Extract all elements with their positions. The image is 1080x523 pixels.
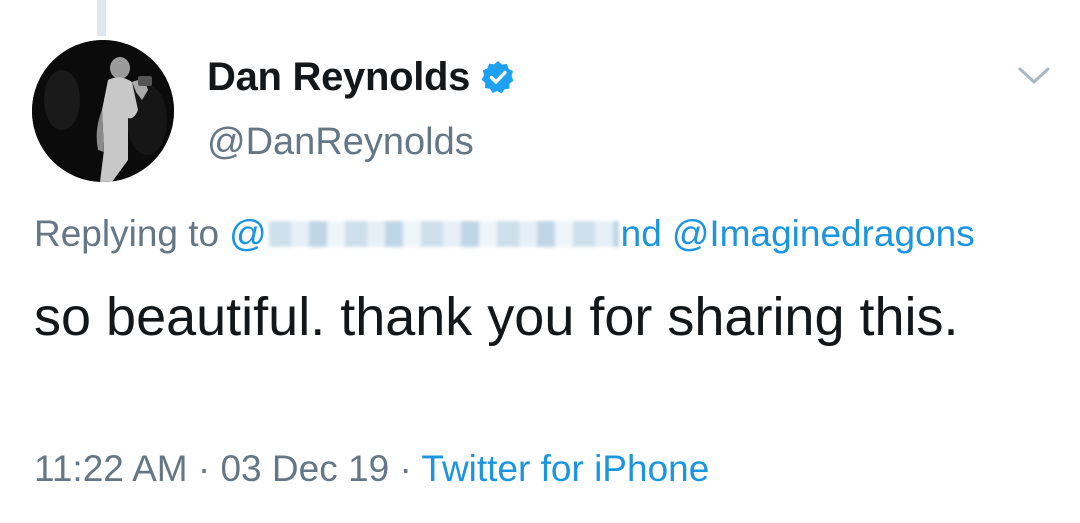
chevron-down-icon[interactable]: [1014, 62, 1054, 90]
author-name-row[interactable]: Dan Reynolds: [207, 52, 516, 102]
meta-separator: ·: [399, 448, 412, 489]
tweet-date[interactable]: 03 Dec 19: [220, 448, 389, 489]
avatar[interactable]: [32, 40, 174, 182]
avatar-photo: [32, 40, 174, 182]
tweet-text: so beautiful. thank you for sharing this…: [34, 287, 959, 347]
thread-connector-line: [97, 0, 106, 36]
tweet-meta: 11:22 AM · 03 Dec 19 · Twitter for iPhon…: [34, 448, 709, 490]
author-display-name[interactable]: Dan Reynolds: [207, 55, 470, 100]
replying-to-line: Replying to @ nd @Imaginedragons: [34, 213, 975, 255]
reply-mention-first-start[interactable]: @: [229, 213, 267, 255]
replying-to-label: Replying to: [34, 213, 220, 254]
tweet-source[interactable]: Twitter for iPhone: [421, 448, 709, 489]
tweet-time[interactable]: 11:22 AM: [34, 448, 188, 489]
reply-mention-second[interactable]: @Imaginedragons: [672, 213, 975, 255]
verified-badge-icon: [481, 61, 514, 94]
redacted-username: [268, 221, 619, 247]
reply-mention-first-end[interactable]: nd: [621, 213, 662, 255]
author-handle[interactable]: @DanReynolds: [207, 121, 474, 164]
meta-separator: ·: [197, 448, 211, 489]
